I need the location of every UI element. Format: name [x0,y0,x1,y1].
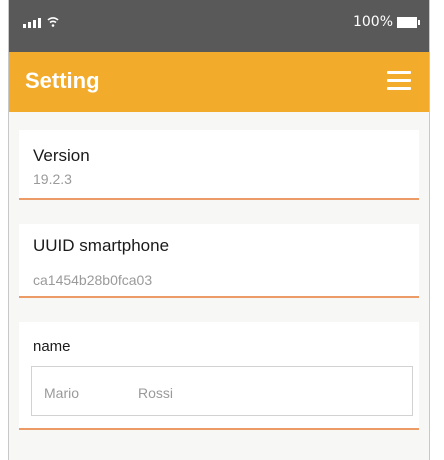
wifi-icon [47,17,59,27]
uuid-label: UUID smartphone [33,236,170,255]
uuid-value: ca1454b28b0fca03 [33,272,153,288]
name-label: name [33,338,71,355]
uuid-underline [19,296,419,298]
version-card: Version 19.2.3 [19,130,419,200]
name-field[interactable]: Mario Rossi [31,366,413,416]
uuid-card: UUID smartphone ca1454b28b0fca03 [19,224,419,298]
signal-icon [23,18,41,28]
version-value: 19.2.3 [33,171,72,187]
status-bar: 100% [9,0,429,52]
app-screen: 100% Setting Version 19.2.3 UUID smartph… [8,0,430,460]
first-name-value[interactable]: Mario [44,385,79,401]
page-title: Setting [25,68,100,93]
name-underline [19,428,419,430]
version-underline [19,198,419,200]
last-name-value[interactable]: Rossi [138,385,173,401]
version-label: Version [33,146,90,165]
status-right: 100% [352,14,420,30]
status-left [23,16,59,28]
app-bar: Setting [9,52,429,112]
name-card: name Mario Rossi [19,322,419,430]
battery-icon [397,16,420,28]
menu-icon[interactable] [387,71,411,91]
battery-percent: 100% [352,14,393,30]
